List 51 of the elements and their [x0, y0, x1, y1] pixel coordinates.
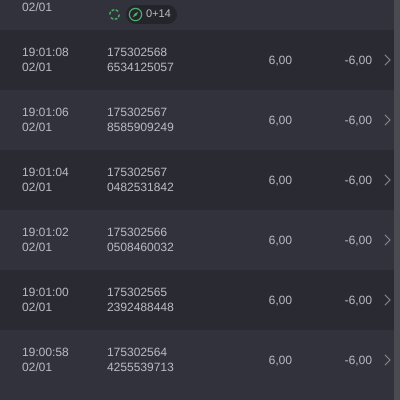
- amount-text: 6,00: [268, 233, 292, 247]
- time-text: 19:00:58: [22, 345, 70, 360]
- amount-text: 6,00: [268, 53, 292, 67]
- amount-text: 6,00: [268, 353, 292, 367]
- list-row[interactable]: 19:01:02 02/01 175302566 0508460032 6,00 -6,00: [0, 210, 394, 270]
- time-text: 19:01:08: [22, 45, 70, 60]
- chevron-right-icon: [384, 54, 391, 66]
- list-row[interactable]: 19:01:06 02/01 175302567 8585909249 6,00 -6,00: [0, 90, 394, 150]
- id-text: 175302566: [107, 225, 168, 240]
- date-text: 02/01: [22, 60, 54, 75]
- result-text: -6,00: [344, 53, 372, 67]
- time-text: 19:01:02: [22, 225, 70, 240]
- date-text: 02/01: [22, 0, 54, 15]
- compass-icon: [128, 7, 143, 22]
- date-text: 02/01: [22, 120, 54, 135]
- chevron-right-icon: [384, 114, 391, 126]
- result-text: -6,00: [344, 173, 372, 187]
- id-text: 4255539713: [107, 360, 175, 375]
- scrollbar[interactable]: [394, 0, 400, 400]
- amount-text: 6,00: [268, 173, 292, 187]
- result-text: -6,00: [344, 233, 372, 247]
- time-text: 19:01:00: [22, 285, 70, 300]
- id-text: 6534125057: [107, 60, 175, 75]
- amount-text: 6,00: [268, 293, 292, 307]
- chevron-right-icon: [384, 234, 391, 246]
- result-text: -6,00: [344, 293, 372, 307]
- id-text: 175302567: [107, 165, 168, 180]
- count-badge: 0+14: [126, 5, 177, 24]
- id-text: 175302568: [107, 45, 168, 60]
- id-text: 0508460032: [107, 240, 175, 255]
- result-text: -6,00: [344, 113, 372, 127]
- date-text: 02/01: [22, 300, 54, 315]
- result-text: -6,00: [344, 353, 372, 367]
- date-text: 02/01: [22, 360, 54, 375]
- amount-text: 6,00: [268, 113, 292, 127]
- id-text: 8585909249: [107, 120, 175, 135]
- list-row[interactable]: 02/01 0+14: [0, 0, 394, 30]
- id-text: 2392488448: [107, 300, 175, 315]
- id-text: 175302564: [107, 345, 168, 360]
- id-text: 0482531842: [107, 180, 175, 195]
- id-text: 175302567: [107, 105, 168, 120]
- date-text: 02/01: [22, 240, 54, 255]
- chevron-right-icon: [384, 294, 391, 306]
- refresh-icon: [107, 7, 122, 22]
- list-row[interactable]: 19:00:58 02/01 175302564 4255539713 6,00 -6,00: [0, 330, 394, 390]
- time-text: 19:01:06: [22, 105, 70, 120]
- date-text: 02/01: [22, 180, 54, 195]
- chevron-right-icon: [384, 174, 391, 186]
- time-text: 19:01:04: [22, 165, 70, 180]
- chevron-right-icon: [384, 354, 391, 366]
- id-text: 175302565: [107, 285, 168, 300]
